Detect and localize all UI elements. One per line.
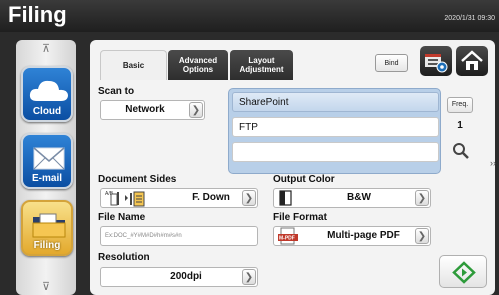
home-icon <box>461 50 483 70</box>
file-format-dropdown[interactable]: M-PDF Multi-page PDF ❯ <box>273 226 431 246</box>
top-bar: Filing 2020/1/31 09:30 <box>0 0 499 32</box>
output-color-value: B&W <box>347 192 371 203</box>
scroll-up-icon[interactable]: ⊼ <box>16 42 76 55</box>
scroll-down-icon[interactable]: ⊽ <box>16 280 76 293</box>
pdf-file-icon: M-PDF <box>278 227 298 245</box>
page-title: Filing <box>8 2 67 27</box>
tab-label: Basic <box>122 61 145 70</box>
resolution-dropdown[interactable]: 200dpi ❯ <box>100 267 258 287</box>
chevron-right-icon: ❯ <box>242 190 256 206</box>
profile-settings-icon <box>425 54 448 73</box>
sidebar-item-cloud[interactable]: Cloud <box>21 66 73 122</box>
tab-basic[interactable]: Basic <box>100 50 167 80</box>
sidebar-item-label: E-mail <box>31 173 62 184</box>
envelope-icon <box>33 147 65 170</box>
sidebar: ⊼ Cloud E-mail Filing ⊽ <box>16 40 76 295</box>
document-sides-icon: A/B <box>105 191 145 207</box>
list-item-ftp[interactable]: FTP <box>232 117 439 137</box>
start-scan-button[interactable] <box>439 255 487 288</box>
chevron-right-icon: ❯ <box>242 269 256 285</box>
file-name-label: File Name <box>98 212 146 223</box>
tab-label: Layout Adjustment <box>239 56 284 74</box>
scan-to-dropdown[interactable]: Network ❯ <box>100 100 205 120</box>
resolution-value: 200dpi <box>170 271 202 282</box>
tab-layout-adjustment[interactable]: Layout Adjustment <box>230 50 293 80</box>
document-sides-label: Document Sides <box>98 174 177 185</box>
sidebar-item-label: Cloud <box>32 106 62 117</box>
freq-count: 1 <box>457 120 463 131</box>
file-name-field[interactable]: Ex:DOC_#Y#M#D#h#m#s#n <box>100 226 258 246</box>
tab-advanced-options[interactable]: Advanced Options <box>168 50 228 80</box>
sidebar-item-label: Filing <box>33 240 61 251</box>
color-mode-icon <box>279 190 292 206</box>
sidebar-item-filing[interactable]: Filing <box>21 200 73 256</box>
cloud-icon <box>29 80 68 101</box>
pdf-icon-text: M-PDF <box>279 236 295 242</box>
chevron-right-icon: ❯ <box>189 102 203 118</box>
output-color-dropdown[interactable]: B&W ❯ <box>273 188 431 208</box>
chevron-right-icon: ❯ <box>415 190 429 206</box>
bind-button[interactable]: Bind <box>375 54 408 72</box>
scan-to-value: Network <box>125 104 165 115</box>
start-icon <box>452 261 476 284</box>
destination-list: SharePoint FTP <box>228 88 441 174</box>
settings-panel: Basic Advanced Options Layout Adjustment B… <box>90 40 496 295</box>
search-icon[interactable] <box>452 142 470 160</box>
document-sides-dropdown[interactable]: A/B F. Down ❯ <box>100 188 258 208</box>
resolution-label: Resolution <box>98 252 150 263</box>
profile-settings-button[interactable] <box>420 46 452 76</box>
document-sides-value: F. Down <box>192 192 230 203</box>
list-item-empty[interactable] <box>232 142 439 162</box>
datetime: 2020/1/31 09:30 <box>444 15 495 22</box>
chevron-right-double-icon[interactable]: ›› <box>490 158 496 168</box>
list-item-sharepoint[interactable]: SharePoint <box>232 92 439 112</box>
output-color-label: Output Color <box>273 174 335 185</box>
sidebar-item-email[interactable]: E-mail <box>21 133 73 189</box>
folder-icon <box>32 213 66 238</box>
chevron-right-icon: ❯ <box>415 228 429 244</box>
home-button[interactable] <box>456 46 488 76</box>
file-format-label: File Format <box>273 212 327 223</box>
file-format-value: Multi-page PDF <box>327 230 400 241</box>
scan-to-label: Scan to <box>98 86 135 97</box>
freq-button[interactable]: Freq. <box>447 97 473 113</box>
tab-label: Advanced Options <box>178 56 218 74</box>
